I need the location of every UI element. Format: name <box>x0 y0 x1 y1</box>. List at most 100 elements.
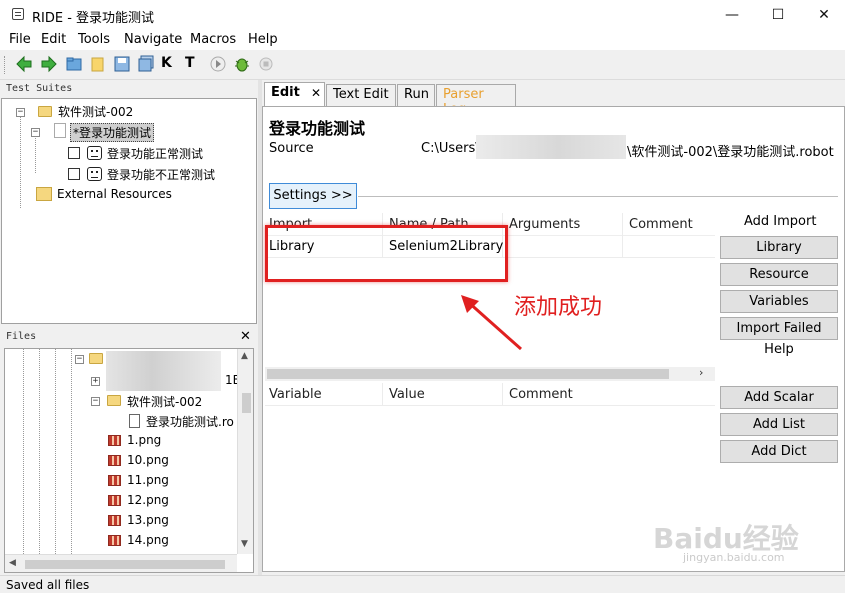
png-file-item[interactable]: 1.png <box>127 433 161 447</box>
files-panel: Files ✕ − + 1E − 软件测试-002 登录功能测试.ro 1.pn… <box>0 328 258 573</box>
add-list-button[interactable]: Add List <box>720 413 838 436</box>
tree-node-external-resources[interactable]: External Resources <box>57 187 172 201</box>
files-folder-label[interactable]: 软件测试-002 <box>127 393 202 410</box>
toolbar: K T <box>0 50 845 80</box>
save-icon[interactable] <box>113 55 131 73</box>
menu-tools[interactable]: Tools <box>78 32 110 47</box>
grid-col-separator <box>382 383 383 405</box>
app-icon <box>12 8 24 20</box>
minimize-button[interactable]: — <box>709 0 755 30</box>
add-scalar-button[interactable]: Add Scalar <box>720 386 838 409</box>
tree-guide <box>55 349 56 554</box>
redacted-block <box>476 135 626 159</box>
png-file-item[interactable]: 13.png <box>127 513 169 527</box>
external-resources-icon <box>36 187 52 201</box>
expander-icon[interactable]: − <box>16 108 25 117</box>
save-all-icon[interactable] <box>137 55 155 73</box>
add-library-button[interactable]: Library <box>720 236 838 259</box>
scroll-up-icon[interactable]: ▲ <box>241 351 248 361</box>
scroll-down-icon[interactable]: ▼ <box>241 539 248 549</box>
test-search-icon[interactable]: T <box>185 55 203 73</box>
png-file-item[interactable]: 12.png <box>127 493 169 507</box>
source-path-suffix: \软件测试-002\登录功能测试.robot <box>627 145 834 160</box>
files-close-button[interactable]: ✕ <box>240 329 251 344</box>
menu-file[interactable]: File <box>9 32 31 47</box>
add-dict-button[interactable]: Add Dict <box>720 440 838 463</box>
tree-guide <box>23 349 24 554</box>
tab-close-icon[interactable]: ✕ <box>311 86 321 100</box>
highlight-box <box>265 225 508 282</box>
open-folder-icon[interactable] <box>65 55 83 73</box>
files-tree[interactable]: − + 1E − 软件测试-002 登录功能测试.ro 1.png 10.png… <box>4 348 254 573</box>
image-file-icon <box>108 455 121 466</box>
tree-guide <box>20 112 21 208</box>
redacted-block <box>106 351 221 391</box>
add-variables-button[interactable]: Variables <box>720 290 838 313</box>
tab-run[interactable]: Run <box>397 84 435 106</box>
tab-text-edit-label: Text Edit <box>333 87 389 102</box>
tree-node-test-1[interactable]: 登录功能正常测试 <box>107 145 203 162</box>
grid-col-separator <box>502 383 503 405</box>
keyword-search-icon[interactable]: K <box>161 55 179 73</box>
settings-divider <box>358 196 838 197</box>
window-title: RIDE - 登录功能测试 <box>32 11 155 26</box>
files-title: Files <box>6 331 37 342</box>
menu-help[interactable]: Help <box>248 32 278 47</box>
status-bar: Saved all files <box>0 575 845 593</box>
image-file-icon <box>108 475 121 486</box>
forward-arrow-icon[interactable] <box>40 55 58 73</box>
robot-file-icon <box>129 414 140 428</box>
tree-node-suite[interactable]: 软件测试-002 <box>58 103 133 120</box>
tab-text-edit[interactable]: Text Edit <box>326 84 396 106</box>
scroll-left-icon[interactable]: ◀ <box>9 558 16 568</box>
robot-file-label[interactable]: 登录功能测试.ro <box>146 413 234 430</box>
folder-icon[interactable] <box>89 55 107 73</box>
import-grid-hscrollbar[interactable]: › <box>265 366 715 381</box>
value-column-header: Value <box>389 387 425 402</box>
tab-parser-log[interactable]: Parser Log <box>436 84 516 117</box>
test-suites-tree[interactable]: − 软件测试-002 − *登录功能测试 登录功能正常测试 登录功能不正常测试 … <box>1 98 257 324</box>
scroll-thumb[interactable] <box>242 393 251 413</box>
test-checkbox[interactable] <box>68 168 80 180</box>
png-file-item[interactable]: 11.png <box>127 473 169 487</box>
close-window-button[interactable]: ✕ <box>801 0 845 30</box>
tree-node-file-selected[interactable]: *登录功能测试 <box>70 123 155 142</box>
maximize-button[interactable]: ☐ <box>755 0 801 30</box>
tab-edit-label: Edit <box>271 85 300 100</box>
image-file-icon <box>108 495 121 506</box>
editor-content: 登录功能测试 Source C:\Users\ \软件测试-002\登录功能测试… <box>262 106 845 572</box>
image-file-icon <box>108 435 121 446</box>
back-arrow-icon[interactable] <box>15 55 33 73</box>
debug-bug-icon[interactable] <box>233 55 251 73</box>
grid-col-separator <box>622 213 623 257</box>
test-checkbox[interactable] <box>68 147 80 159</box>
source-label: Source <box>269 141 314 156</box>
png-file-item[interactable]: 14.png <box>127 533 169 547</box>
expander-icon[interactable]: − <box>31 128 40 137</box>
menu-edit[interactable]: Edit <box>41 32 66 47</box>
expander-icon[interactable]: + <box>91 377 100 386</box>
files-vscrollbar[interactable]: ▲ ▼ <box>237 349 253 554</box>
menu-navigate[interactable]: Navigate <box>124 32 182 47</box>
settings-toggle-button[interactable]: Settings >> <box>269 183 357 209</box>
scroll-thumb[interactable] <box>25 560 225 569</box>
run-icon[interactable] <box>209 55 227 73</box>
menu-macros[interactable]: Macros <box>190 32 236 47</box>
stop-icon[interactable] <box>257 55 275 73</box>
status-text: Saved all files <box>6 578 90 592</box>
add-resource-button[interactable]: Resource <box>720 263 838 286</box>
expander-icon[interactable]: − <box>75 355 84 364</box>
files-hscrollbar[interactable]: ◀ <box>5 554 237 572</box>
scroll-right-icon[interactable]: › <box>699 366 703 379</box>
folder-icon <box>89 353 103 364</box>
folder-icon <box>107 395 121 406</box>
watermark-url: jingyan.baidu.com <box>683 551 785 564</box>
expander-icon[interactable]: − <box>91 397 100 406</box>
import-failed-help-button[interactable]: Import Failed Help <box>720 317 838 357</box>
variable-grid[interactable]: Variable Value Comment <box>265 383 715 571</box>
tab-edit[interactable]: Edit ✕ <box>264 82 325 106</box>
robot-icon <box>87 146 102 160</box>
scroll-thumb[interactable] <box>267 369 669 379</box>
tree-node-test-2[interactable]: 登录功能不正常测试 <box>107 166 215 183</box>
png-file-item[interactable]: 10.png <box>127 453 169 467</box>
